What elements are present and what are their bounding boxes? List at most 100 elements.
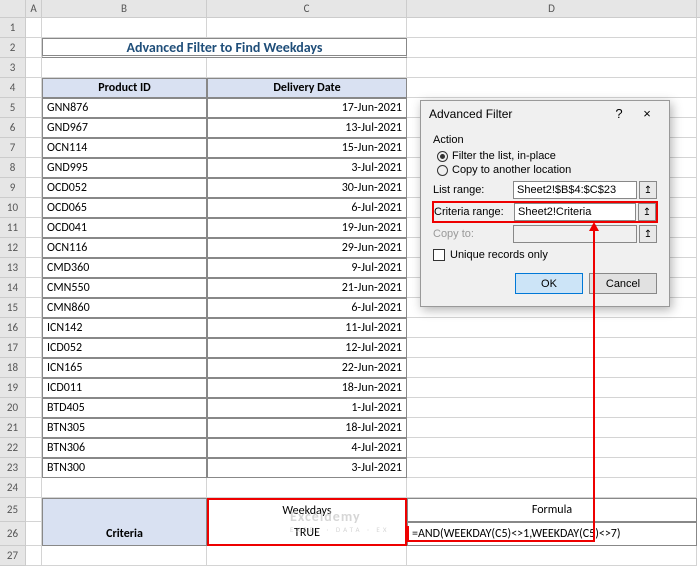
- table-cell-date[interactable]: 11-Jul-2021: [207, 318, 407, 338]
- cell[interactable]: [407, 438, 697, 458]
- dialog-titlebar[interactable]: Advanced Filter ? ×: [421, 101, 669, 126]
- row-header[interactable]: 13: [0, 258, 26, 278]
- table-cell-date[interactable]: 3-Jul-2021: [207, 158, 407, 178]
- cell[interactable]: [42, 58, 207, 78]
- radio-filter-inplace[interactable]: Filter the list, in-place: [433, 149, 657, 163]
- row-header[interactable]: 16: [0, 318, 26, 338]
- cell[interactable]: [26, 118, 42, 138]
- cell[interactable]: [26, 478, 42, 498]
- cell[interactable]: [407, 338, 697, 358]
- row-header[interactable]: 19: [0, 378, 26, 398]
- table-cell-product[interactable]: ICN142: [42, 318, 207, 338]
- cell[interactable]: [26, 522, 42, 546]
- criteria-formula[interactable]: =AND(WEEKDAY(C5)<>1,WEEKDAY(C5)<>7): [407, 522, 697, 546]
- criteria-label-top[interactable]: [42, 498, 207, 522]
- table-cell-date[interactable]: 1-Jul-2021: [207, 398, 407, 418]
- select-all-corner[interactable]: [0, 0, 26, 17]
- table-cell-product[interactable]: BTN300: [42, 458, 207, 478]
- cell[interactable]: [42, 546, 207, 566]
- cancel-button[interactable]: Cancel: [589, 273, 657, 294]
- cell[interactable]: [26, 338, 42, 358]
- cell[interactable]: [26, 458, 42, 478]
- cell[interactable]: [407, 38, 697, 58]
- table-cell-product[interactable]: BTN305: [42, 418, 207, 438]
- table-cell-date[interactable]: 12-Jul-2021: [207, 338, 407, 358]
- col-header-c[interactable]: C: [207, 0, 407, 17]
- table-cell-product[interactable]: BTD405: [42, 398, 207, 418]
- table-cell-date[interactable]: 18-Jul-2021: [207, 418, 407, 438]
- cell[interactable]: [26, 438, 42, 458]
- cell[interactable]: [207, 546, 407, 566]
- radio-copy-location[interactable]: Copy to another location: [433, 163, 657, 177]
- row-header[interactable]: 6: [0, 118, 26, 138]
- cell[interactable]: [407, 358, 697, 378]
- criteria-range-input[interactable]: Sheet2!Criteria: [514, 203, 636, 221]
- table-cell-product[interactable]: ICD052: [42, 338, 207, 358]
- criteria-header-formula[interactable]: Formula: [407, 498, 697, 522]
- table-cell-date[interactable]: 6-Jul-2021: [207, 298, 407, 318]
- row-header[interactable]: 17: [0, 338, 26, 358]
- table-cell-product[interactable]: OCD041: [42, 218, 207, 238]
- table-cell-date[interactable]: 6-Jul-2021: [207, 198, 407, 218]
- table-cell-date[interactable]: 13-Jul-2021: [207, 118, 407, 138]
- cell[interactable]: [26, 546, 42, 566]
- table-cell-product[interactable]: OCN116: [42, 238, 207, 258]
- cell[interactable]: [26, 58, 42, 78]
- row-header[interactable]: 1: [0, 18, 26, 38]
- row-header[interactable]: 4: [0, 78, 26, 98]
- row-header[interactable]: 10: [0, 198, 26, 218]
- cell[interactable]: [407, 478, 697, 498]
- cell[interactable]: [407, 398, 697, 418]
- cell[interactable]: [26, 218, 42, 238]
- list-range-ref-button[interactable]: ↥: [639, 181, 657, 199]
- cell[interactable]: [42, 18, 207, 38]
- row-header[interactable]: 2: [0, 38, 26, 58]
- cell[interactable]: [26, 398, 42, 418]
- cell[interactable]: [26, 378, 42, 398]
- table-cell-date[interactable]: 9-Jul-2021: [207, 258, 407, 278]
- cell[interactable]: [26, 238, 42, 258]
- cell[interactable]: [407, 58, 697, 78]
- cell[interactable]: [207, 478, 407, 498]
- help-icon[interactable]: ?: [605, 106, 633, 121]
- row-header[interactable]: 22: [0, 438, 26, 458]
- col-header-d[interactable]: D: [407, 0, 697, 17]
- cell[interactable]: [26, 498, 42, 522]
- criteria-range-ref-button[interactable]: ↥: [638, 203, 656, 221]
- cell[interactable]: [407, 18, 697, 38]
- table-cell-date[interactable]: 29-Jun-2021: [207, 238, 407, 258]
- cell[interactable]: [26, 278, 42, 298]
- table-cell-product[interactable]: GNN876: [42, 98, 207, 118]
- table-cell-product[interactable]: OCD065: [42, 198, 207, 218]
- row-header[interactable]: 5: [0, 98, 26, 118]
- row-header[interactable]: 9: [0, 178, 26, 198]
- cell[interactable]: [26, 78, 42, 98]
- cell[interactable]: [42, 478, 207, 498]
- cell[interactable]: [26, 178, 42, 198]
- cell[interactable]: [207, 18, 407, 38]
- cell[interactable]: [26, 38, 42, 58]
- cell[interactable]: [26, 18, 42, 38]
- page-title[interactable]: Advanced Filter to Find Weekdays: [42, 38, 407, 58]
- cell[interactable]: [26, 198, 42, 218]
- row-header[interactable]: 11: [0, 218, 26, 238]
- table-cell-date[interactable]: 15-Jun-2021: [207, 138, 407, 158]
- table-cell-date[interactable]: 18-Jun-2021: [207, 378, 407, 398]
- cell[interactable]: [26, 318, 42, 338]
- table-cell-date[interactable]: 19-Jun-2021: [207, 218, 407, 238]
- cell[interactable]: [407, 378, 697, 398]
- table-cell-product[interactable]: CMD360: [42, 258, 207, 278]
- cell[interactable]: [207, 58, 407, 78]
- table-cell-date[interactable]: 22-Jun-2021: [207, 358, 407, 378]
- cell[interactable]: [26, 298, 42, 318]
- table-cell-product[interactable]: GND995: [42, 158, 207, 178]
- ok-button[interactable]: OK: [515, 273, 583, 294]
- row-header[interactable]: 27: [0, 546, 26, 566]
- table-header-date[interactable]: Delivery Date: [207, 78, 407, 98]
- table-cell-product[interactable]: ICD011: [42, 378, 207, 398]
- row-header[interactable]: 15: [0, 298, 26, 318]
- row-header[interactable]: 8: [0, 158, 26, 178]
- table-cell-product[interactable]: GND967: [42, 118, 207, 138]
- row-header[interactable]: 21: [0, 418, 26, 438]
- cell[interactable]: [407, 458, 697, 478]
